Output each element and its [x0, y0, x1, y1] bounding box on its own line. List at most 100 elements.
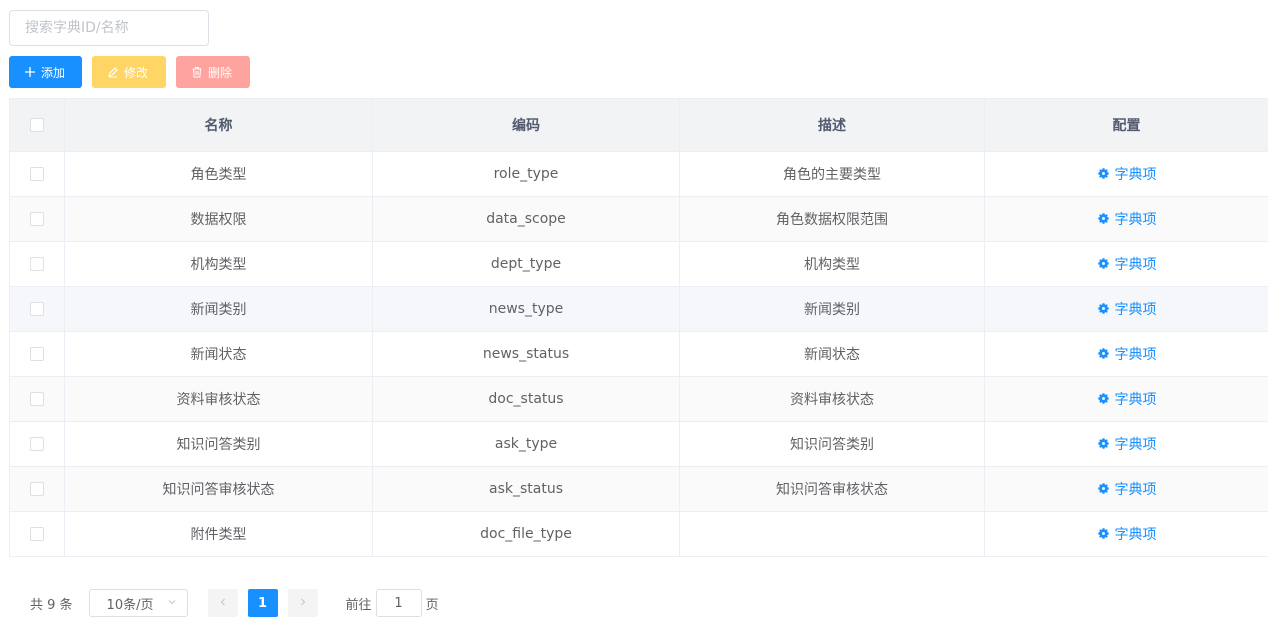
header-name: 名称	[64, 98, 373, 152]
cell-description: 资料审核状态	[679, 376, 985, 422]
dict-items-link[interactable]: 字典项	[1097, 479, 1157, 499]
dict-items-link-label: 字典项	[1114, 211, 1157, 228]
row-checkbox[interactable]	[30, 257, 44, 271]
cell-description: 角色数据权限范围	[679, 196, 985, 242]
cell-name: 附件类型	[64, 511, 373, 557]
chevron-down-icon	[167, 596, 177, 611]
dict-items-link[interactable]: 字典项	[1097, 164, 1157, 184]
row-checkbox[interactable]	[30, 482, 44, 496]
row-select-cell	[9, 286, 65, 332]
row-checkbox[interactable]	[30, 347, 44, 361]
cell-description: 知识问答类别	[679, 421, 985, 467]
dict-items-link-label: 字典项	[1114, 481, 1157, 498]
goto-page-input[interactable]	[375, 589, 422, 617]
cell-config: 字典项	[984, 331, 1268, 377]
edit-button-label: 修改	[124, 65, 149, 80]
dict-items-link[interactable]: 字典项	[1097, 524, 1157, 544]
table-header-row: 名称 编码 描述 配置	[9, 98, 1268, 152]
table-row[interactable]: 角色类型 role_type 角色的主要类型 字典项	[9, 151, 1268, 197]
trash-icon	[191, 66, 203, 78]
page-size-select[interactable]: 10条/页	[88, 589, 188, 617]
goto-suffix: 页	[425, 597, 439, 613]
select-all-cell	[9, 98, 65, 152]
chevron-right-icon	[298, 596, 308, 611]
table-row[interactable]: 新闻状态 news_status 新闻状态 字典项	[9, 331, 1268, 377]
page-number-1[interactable]: 1	[247, 589, 278, 617]
pencil-icon	[107, 66, 119, 78]
gear-icon	[1097, 167, 1110, 180]
dict-items-link[interactable]: 字典项	[1097, 344, 1157, 364]
row-checkbox[interactable]	[30, 212, 44, 226]
table-row[interactable]: 知识问答类别 ask_type 知识问答类别 字典项	[9, 421, 1268, 467]
prev-page-button[interactable]	[207, 589, 238, 617]
cell-config: 字典项	[984, 421, 1268, 467]
dict-items-link[interactable]: 字典项	[1097, 389, 1157, 409]
row-select-cell	[9, 196, 65, 242]
chevron-left-icon	[218, 596, 228, 611]
cell-name: 角色类型	[64, 151, 373, 197]
cell-name: 知识问答审核状态	[64, 466, 373, 512]
table-row[interactable]: 机构类型 dept_type 机构类型 字典项	[9, 241, 1268, 287]
row-select-cell	[9, 241, 65, 287]
dict-items-link-label: 字典项	[1114, 436, 1157, 453]
cell-code: news_status	[372, 331, 680, 377]
toolbar: 添加 修改 删除	[9, 56, 250, 88]
cell-name: 新闻状态	[64, 331, 373, 377]
row-select-cell	[9, 421, 65, 467]
delete-button[interactable]: 删除	[176, 56, 250, 88]
row-checkbox[interactable]	[30, 302, 44, 316]
dict-items-link-label: 字典项	[1114, 256, 1157, 273]
row-checkbox[interactable]	[30, 437, 44, 451]
select-all-checkbox[interactable]	[30, 118, 44, 132]
row-checkbox[interactable]	[30, 167, 44, 181]
cell-name: 机构类型	[64, 241, 373, 287]
dict-items-link-label: 字典项	[1114, 166, 1157, 183]
row-select-cell	[9, 466, 65, 512]
gear-icon	[1097, 347, 1110, 360]
gear-icon	[1097, 212, 1110, 225]
table-row[interactable]: 附件类型 doc_file_type 字典项	[9, 511, 1268, 557]
cell-description	[679, 511, 985, 557]
edit-button[interactable]: 修改	[92, 56, 166, 88]
header-description: 描述	[679, 98, 985, 152]
cell-name: 知识问答类别	[64, 421, 373, 467]
table-row[interactable]: 知识问答审核状态 ask_status 知识问答审核状态 字典项	[9, 466, 1268, 512]
gear-icon	[1097, 482, 1110, 495]
table-row[interactable]: 新闻类别 news_type 新闻类别 字典项	[9, 286, 1268, 332]
row-checkbox[interactable]	[30, 392, 44, 406]
dict-items-link-label: 字典项	[1114, 346, 1157, 363]
dict-items-link-label: 字典项	[1114, 301, 1157, 318]
add-button-label: 添加	[41, 65, 66, 80]
cell-code: ask_type	[372, 421, 680, 467]
search-input[interactable]	[9, 10, 209, 46]
gear-icon	[1097, 257, 1110, 270]
cell-config: 字典项	[984, 466, 1268, 512]
table-row[interactable]: 数据权限 data_scope 角色数据权限范围 字典项	[9, 196, 1268, 242]
dict-items-link[interactable]: 字典项	[1097, 254, 1157, 274]
gear-icon	[1097, 392, 1110, 405]
cell-config: 字典项	[984, 511, 1268, 557]
cell-description: 新闻类别	[679, 286, 985, 332]
dictionary-table: 名称 编码 描述 配置 角色类型 role_type 角色的主要类型 字典项 数据权限 d…	[9, 98, 1268, 557]
cell-code: role_type	[372, 151, 680, 197]
add-button[interactable]: 添加	[9, 56, 82, 88]
cell-code: ask_status	[372, 466, 680, 512]
cell-description: 角色的主要类型	[679, 151, 985, 197]
cell-config: 字典项	[984, 151, 1268, 197]
dict-items-link[interactable]: 字典项	[1097, 299, 1157, 319]
cell-code: news_type	[372, 286, 680, 332]
next-page-button[interactable]	[287, 589, 318, 617]
row-checkbox[interactable]	[30, 527, 44, 541]
pagination: 共 9 条 10条/页 1 前往 页	[30, 588, 439, 618]
row-select-cell	[9, 331, 65, 377]
cell-config: 字典项	[984, 286, 1268, 332]
cell-config: 字典项	[984, 241, 1268, 287]
table-row[interactable]: 资料审核状态 doc_status 资料审核状态 字典项	[9, 376, 1268, 422]
header-code: 编码	[372, 98, 680, 152]
cell-code: doc_file_type	[372, 511, 680, 557]
dict-items-link[interactable]: 字典项	[1097, 434, 1157, 454]
row-select-cell	[9, 511, 65, 557]
cell-code: dept_type	[372, 241, 680, 287]
dict-items-link[interactable]: 字典项	[1097, 209, 1157, 229]
cell-config: 字典项	[984, 196, 1268, 242]
